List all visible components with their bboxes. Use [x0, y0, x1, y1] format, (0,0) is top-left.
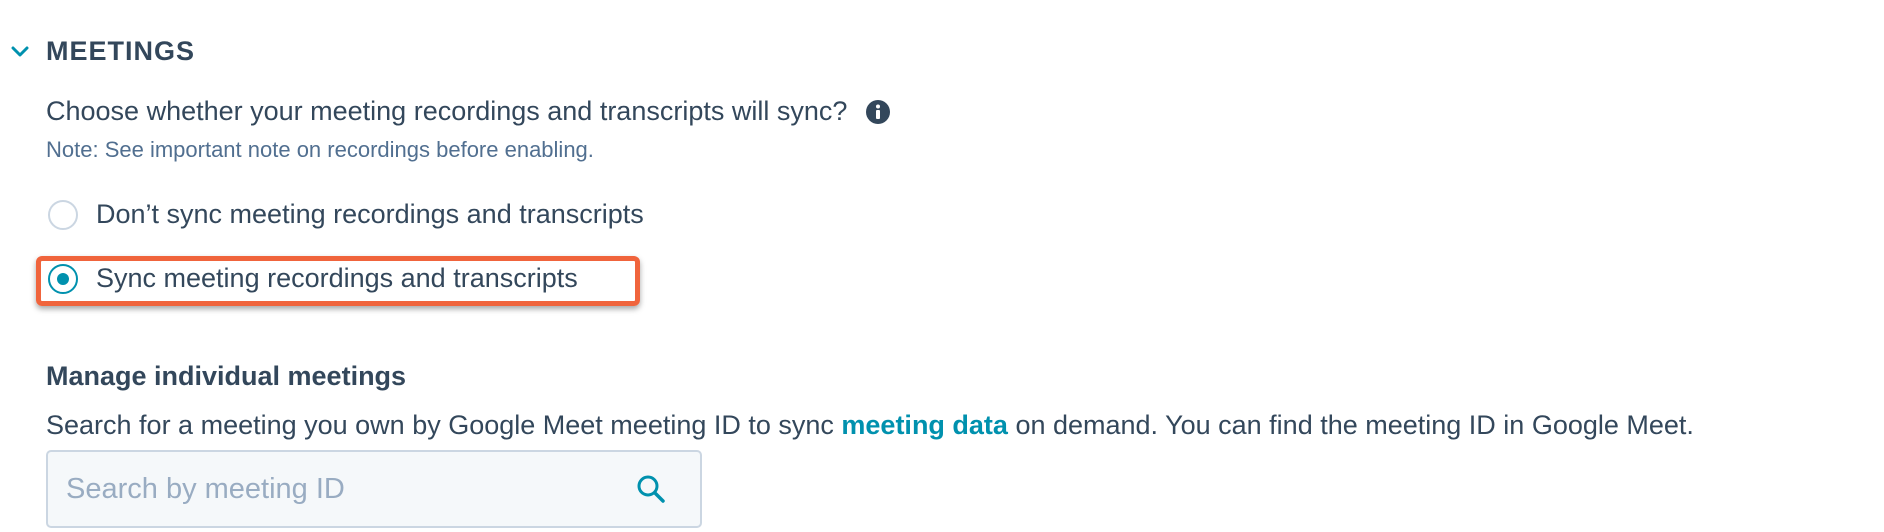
- manage-description-before: Search for a meeting you own by Google M…: [46, 410, 842, 440]
- sync-question: Choose whether your meeting recordings a…: [46, 96, 891, 127]
- sync-note: Note: See important note on recordings b…: [46, 137, 594, 162]
- radio-label-sync[interactable]: Sync meeting recordings and transcripts: [96, 263, 578, 294]
- manage-description-after: on demand. You can find the meeting ID i…: [1007, 410, 1694, 440]
- radio-button-dont-sync[interactable]: [48, 199, 78, 230]
- search-icon[interactable]: [634, 472, 668, 506]
- manage-description: Search for a meeting you own by Google M…: [46, 410, 1694, 441]
- meeting-data-link[interactable]: meeting data: [841, 410, 1008, 440]
- section-header[interactable]: MEETINGS: [6, 36, 195, 67]
- radio-button-sync[interactable]: [48, 263, 78, 294]
- radio-option-dont-sync[interactable]: Don’t sync meeting recordings and transc…: [48, 199, 644, 230]
- radio-option-sync[interactable]: Sync meeting recordings and transcripts: [48, 263, 578, 294]
- chevron-down-icon[interactable]: [6, 38, 34, 66]
- section-title: MEETINGS: [46, 36, 196, 66]
- info-icon[interactable]: [865, 99, 891, 125]
- meeting-search-box[interactable]: [46, 450, 702, 528]
- meeting-search-input[interactable]: [48, 451, 634, 527]
- manage-heading: Manage individual meetings: [46, 361, 407, 391]
- sync-question-text: Choose whether your meeting recordings a…: [46, 96, 848, 126]
- radio-label-dont-sync[interactable]: Don’t sync meeting recordings and transc…: [96, 199, 644, 230]
